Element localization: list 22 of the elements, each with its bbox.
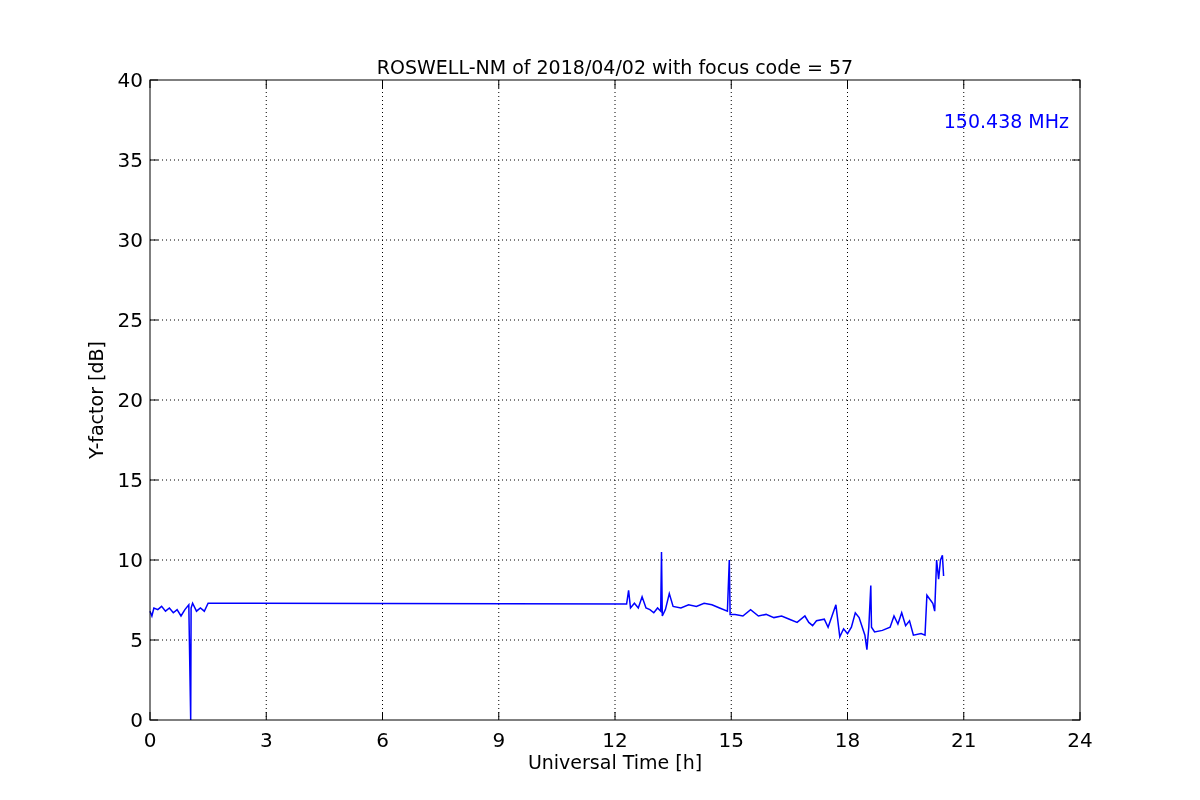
y-tick-label: 35 xyxy=(117,148,143,172)
x-axis-label: Universal Time [h] xyxy=(527,751,703,773)
x-tick-label: 9 xyxy=(492,728,506,752)
x-tick-label: 15 xyxy=(718,728,744,752)
y-tick-label: 0 xyxy=(130,708,143,732)
x-tick-label: 18 xyxy=(834,728,861,752)
y-tick-label: 10 xyxy=(117,548,143,572)
y-tick-label: 25 xyxy=(117,308,143,332)
y-tick-label: 20 xyxy=(117,388,143,412)
series-label: 150.438 MHz xyxy=(943,110,1069,132)
x-tick-label: 24 xyxy=(1067,728,1093,752)
chart-title: ROSWELL-NM of 2018/04/02 with focus code = 57 xyxy=(376,56,854,78)
x-tick-label: 21 xyxy=(951,728,977,752)
y-tick-label: 30 xyxy=(117,228,143,252)
x-tick-label: 12 xyxy=(602,728,628,752)
x-tick-label: 3 xyxy=(259,728,273,752)
y-tick-label: 40 xyxy=(117,68,143,92)
y-tick-label: 15 xyxy=(117,468,143,492)
x-tick-label: 0 xyxy=(143,728,157,752)
y-axis-label: Y-factor [dB] xyxy=(85,341,107,459)
x-tick-label: 6 xyxy=(376,728,389,752)
y-tick-label: 5 xyxy=(130,628,143,652)
